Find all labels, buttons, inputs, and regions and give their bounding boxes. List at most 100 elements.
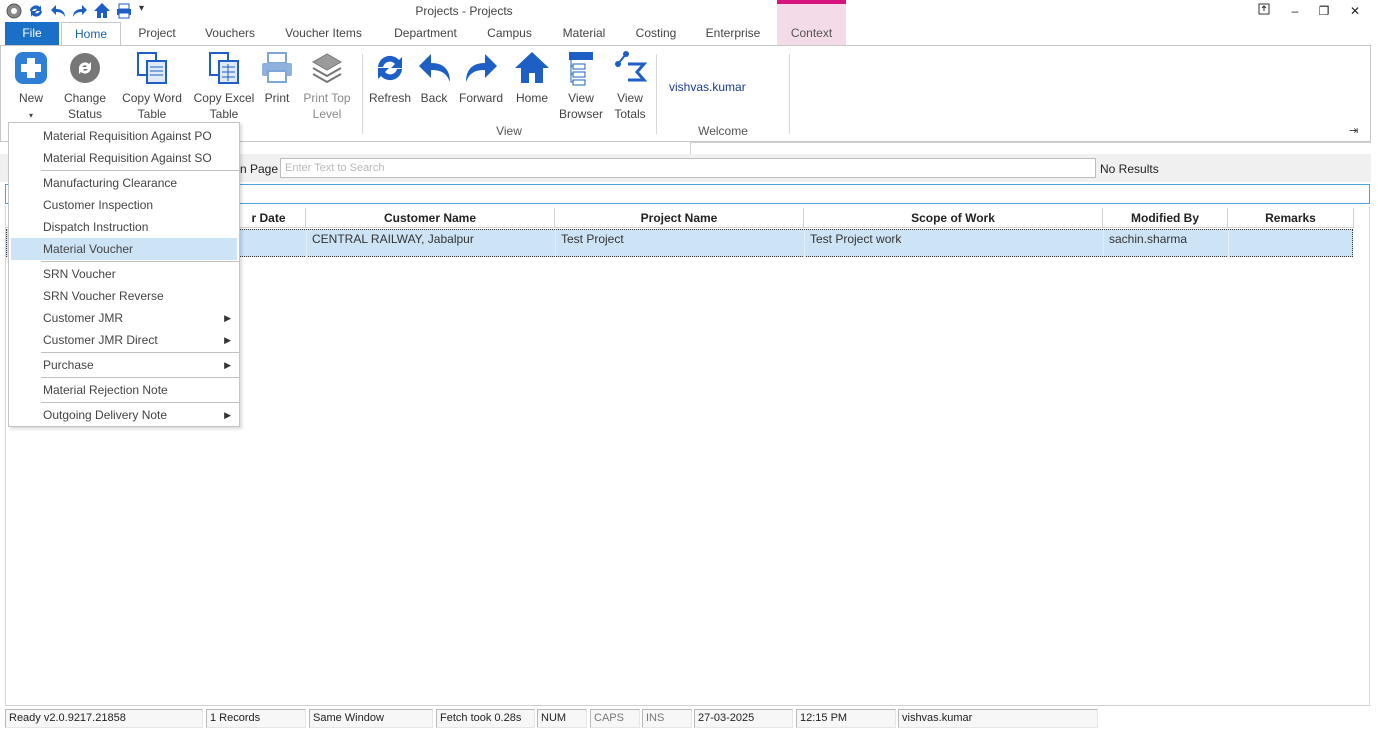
status-window-mode: Same Window xyxy=(309,709,433,728)
search-input[interactable] xyxy=(280,158,1096,178)
menu-item-material-rejection-note[interactable]: Material Rejection Note xyxy=(11,379,237,401)
tab-file[interactable]: File xyxy=(5,22,59,46)
cell-divider xyxy=(306,230,307,257)
cell-divider xyxy=(1103,230,1104,257)
status-date: 27-03-2025 xyxy=(694,709,793,728)
menu-item-label: Material Rejection Note xyxy=(43,383,168,397)
view-totals-label: View Totals xyxy=(614,91,646,121)
column-header-project-name[interactable]: Project Name xyxy=(555,208,804,228)
menu-item-label: Material Requisition Against PO xyxy=(43,129,212,143)
cell-project-name: Test Project xyxy=(561,232,624,246)
menu-item-material-voucher[interactable]: Material Voucher xyxy=(11,238,237,260)
menu-item-label: Material Requisition Against SO xyxy=(43,151,212,165)
menu-item-outgoing-delivery-note[interactable]: Outgoing Delivery Note ▶ xyxy=(11,404,237,426)
tab-material[interactable]: Material xyxy=(553,22,615,46)
menu-separator xyxy=(41,377,239,378)
change-status-icon xyxy=(70,53,100,83)
menu-separator xyxy=(41,170,239,171)
menu-item-customer-jmr[interactable]: Customer JMR ▶ xyxy=(11,307,237,329)
tab-enterprise[interactable]: Enterprise xyxy=(697,22,769,46)
menu-item-label: Manufacturing Clearance xyxy=(43,176,178,190)
view-browser-label: View Browser xyxy=(558,91,603,121)
cell-divider xyxy=(555,230,556,257)
home-label: Home xyxy=(515,91,548,105)
printer-icon xyxy=(262,52,292,83)
tab-department[interactable]: Department xyxy=(383,22,468,46)
copy-word-table-button[interactable]: Copy Word Table xyxy=(120,50,184,122)
pin-ribbon-icon[interactable]: ⇥ xyxy=(1349,124,1358,137)
menu-item-customer-jmr-direct[interactable]: Customer JMR Direct ▶ xyxy=(11,329,237,351)
menu-item-material-requisition-po[interactable]: Material Requisition Against PO xyxy=(11,125,237,147)
home-button[interactable]: Home xyxy=(513,50,551,106)
print-top-level-label: Print Top Level xyxy=(303,91,351,121)
tab-project[interactable]: Project xyxy=(127,22,187,46)
menu-item-material-requisition-so[interactable]: Material Requisition Against SO xyxy=(11,147,237,169)
column-header-customer-name[interactable]: Customer Name xyxy=(306,208,555,228)
menu-item-label: Purchase xyxy=(43,358,94,372)
grid-bottom-border xyxy=(5,705,1370,706)
menu-separator xyxy=(41,352,239,353)
submenu-arrow-icon: ▶ xyxy=(224,410,231,420)
menu-item-purchase[interactable]: Purchase ▶ xyxy=(11,354,237,376)
back-label: Back xyxy=(420,91,448,105)
cell-scope-of-work: Test Project work xyxy=(810,232,902,246)
minimize-button[interactable]: ‒ xyxy=(1280,2,1310,20)
print-top-level-button[interactable]: Print Top Level xyxy=(299,50,355,122)
ribbon-options-button[interactable] xyxy=(1249,2,1279,20)
change-status-button[interactable]: Change Status xyxy=(61,50,109,122)
menu-item-label: Outgoing Delivery Note xyxy=(43,408,168,422)
copy-excel-table-button[interactable]: Copy Excel Table xyxy=(193,50,255,122)
column-header-scope-of-work[interactable]: Scope of Work xyxy=(804,208,1103,228)
status-record-count: 1 Records xyxy=(206,709,306,728)
menu-separator xyxy=(41,261,239,262)
tab-vouchers[interactable]: Vouchers xyxy=(195,22,265,46)
title-bar: ▾ Projects - Projects ‒ ❐ ✕ xyxy=(0,0,1377,22)
column-header-date[interactable]: r Date xyxy=(232,208,306,228)
submenu-arrow-icon: ▶ xyxy=(224,313,231,323)
status-fetch-time: Fetch took 0.28s xyxy=(436,709,535,728)
tab-costing[interactable]: Costing xyxy=(626,22,686,46)
cell-divider xyxy=(804,230,805,257)
print-label: Print xyxy=(264,91,290,105)
new-button[interactable]: New ▾ xyxy=(10,50,52,124)
back-button[interactable]: Back xyxy=(417,50,451,106)
cell-divider xyxy=(1228,230,1229,257)
view-browser-button[interactable]: View Browser xyxy=(558,50,604,122)
menu-item-customer-inspection[interactable]: Customer Inspection xyxy=(11,194,237,216)
change-status-label: Change Status xyxy=(63,91,107,121)
column-header-remarks[interactable]: Remarks xyxy=(1228,208,1354,228)
view-totals-button[interactable]: View Totals xyxy=(609,50,651,122)
welcome-user-name: vishvas.kumar xyxy=(669,80,746,94)
restore-button[interactable]: ❐ xyxy=(1309,2,1339,20)
close-button[interactable]: ✕ xyxy=(1340,2,1370,20)
menu-item-srn-voucher[interactable]: SRN Voucher xyxy=(11,263,237,285)
tab-campus[interactable]: Campus xyxy=(477,22,542,46)
menu-item-label: SRN Voucher xyxy=(43,267,116,281)
menu-item-label: Customer Inspection xyxy=(43,198,154,212)
welcome-group-label: Welcome xyxy=(698,124,748,138)
forward-arrow-icon xyxy=(466,54,497,82)
group-separator xyxy=(789,54,790,134)
tab-home[interactable]: Home xyxy=(61,22,121,46)
column-header-modified-by[interactable]: Modified By xyxy=(1103,208,1228,228)
print-button[interactable]: Print xyxy=(259,50,295,106)
tab-context[interactable]: Context xyxy=(777,0,846,46)
status-user: vishvas.kumar xyxy=(898,709,1098,728)
refresh-button[interactable]: Refresh xyxy=(367,50,413,106)
tab-voucher-items[interactable]: Voucher Items xyxy=(276,22,371,46)
menu-item-manufacturing-clearance[interactable]: Manufacturing Clearance xyxy=(11,172,237,194)
copy-excel-label: Copy Excel Table xyxy=(193,91,255,121)
restore-icon: ❐ xyxy=(1318,4,1330,18)
menu-item-label: SRN Voucher Reverse xyxy=(43,289,164,303)
new-plus-icon xyxy=(15,52,47,84)
menu-item-srn-voucher-reverse[interactable]: SRN Voucher Reverse xyxy=(11,285,237,307)
menu-item-dispatch-instruction[interactable]: Dispatch Instruction xyxy=(11,216,237,238)
status-bar: Ready v2.0.9217.21858 1 Records Same Win… xyxy=(0,709,1377,729)
new-dropdown-icon: ▾ xyxy=(28,111,33,120)
forward-button[interactable]: Forward xyxy=(457,50,505,106)
status-caps-lock: CAPS xyxy=(590,709,640,728)
menu-item-label: Dispatch Instruction xyxy=(43,220,149,234)
submenu-arrow-icon: ▶ xyxy=(224,335,231,345)
view-group-label: View xyxy=(496,124,522,138)
back-arrow-icon xyxy=(419,54,450,82)
